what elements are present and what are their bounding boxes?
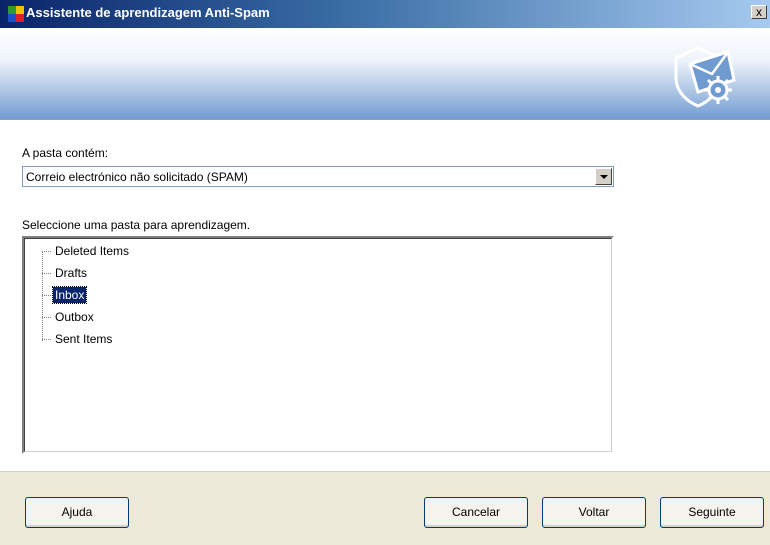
header-banner	[0, 28, 770, 120]
next-button[interactable]: Seguinte	[660, 497, 764, 528]
tree-branch	[42, 273, 51, 274]
help-button[interactable]: Ajuda	[25, 497, 129, 528]
tree-item-label: Sent Items	[55, 332, 113, 346]
close-icon: x	[756, 5, 762, 19]
window-title: Assistente de aprendizagem Anti-Spam	[26, 5, 270, 20]
tree-item-label: Inbox	[51, 286, 88, 304]
folder-tree-area: Deleted Items Drafts Inbox Outbox Sent I…	[24, 238, 612, 452]
tree-branch	[42, 317, 51, 318]
close-button[interactable]: x	[751, 5, 767, 19]
dropdown-button[interactable]	[595, 168, 612, 185]
tree-branch	[42, 339, 51, 340]
tree-item-label: Drafts	[55, 266, 88, 280]
shield-mail-gear-icon	[674, 46, 736, 108]
cancel-button[interactable]: Cancelar	[424, 497, 528, 528]
tree-branch	[42, 295, 51, 296]
folder-contains-label: A pasta contém:	[22, 146, 109, 160]
folder-contents-value: Correio electrónico não solicitado (SPAM…	[26, 170, 248, 184]
tree-branch	[42, 251, 51, 252]
select-folder-label: Seleccione uma pasta para aprendizagem.	[22, 218, 251, 232]
folder-contents-select[interactable]: Correio electrónico não solicitado (SPAM…	[22, 166, 614, 187]
tree-connector	[42, 251, 43, 341]
chevron-down-icon	[600, 175, 608, 179]
app-logo-icon	[8, 6, 24, 22]
folder-tree[interactable]: Deleted Items Drafts Inbox Outbox Sent I…	[22, 236, 614, 454]
tree-item-label: Outbox	[55, 310, 94, 324]
back-button[interactable]: Voltar	[542, 497, 646, 528]
title-bar: Assistente de aprendizagem Anti-Spam x	[0, 0, 770, 28]
tree-item-label: Deleted Items	[55, 244, 130, 258]
banner-divider	[0, 119, 770, 120]
